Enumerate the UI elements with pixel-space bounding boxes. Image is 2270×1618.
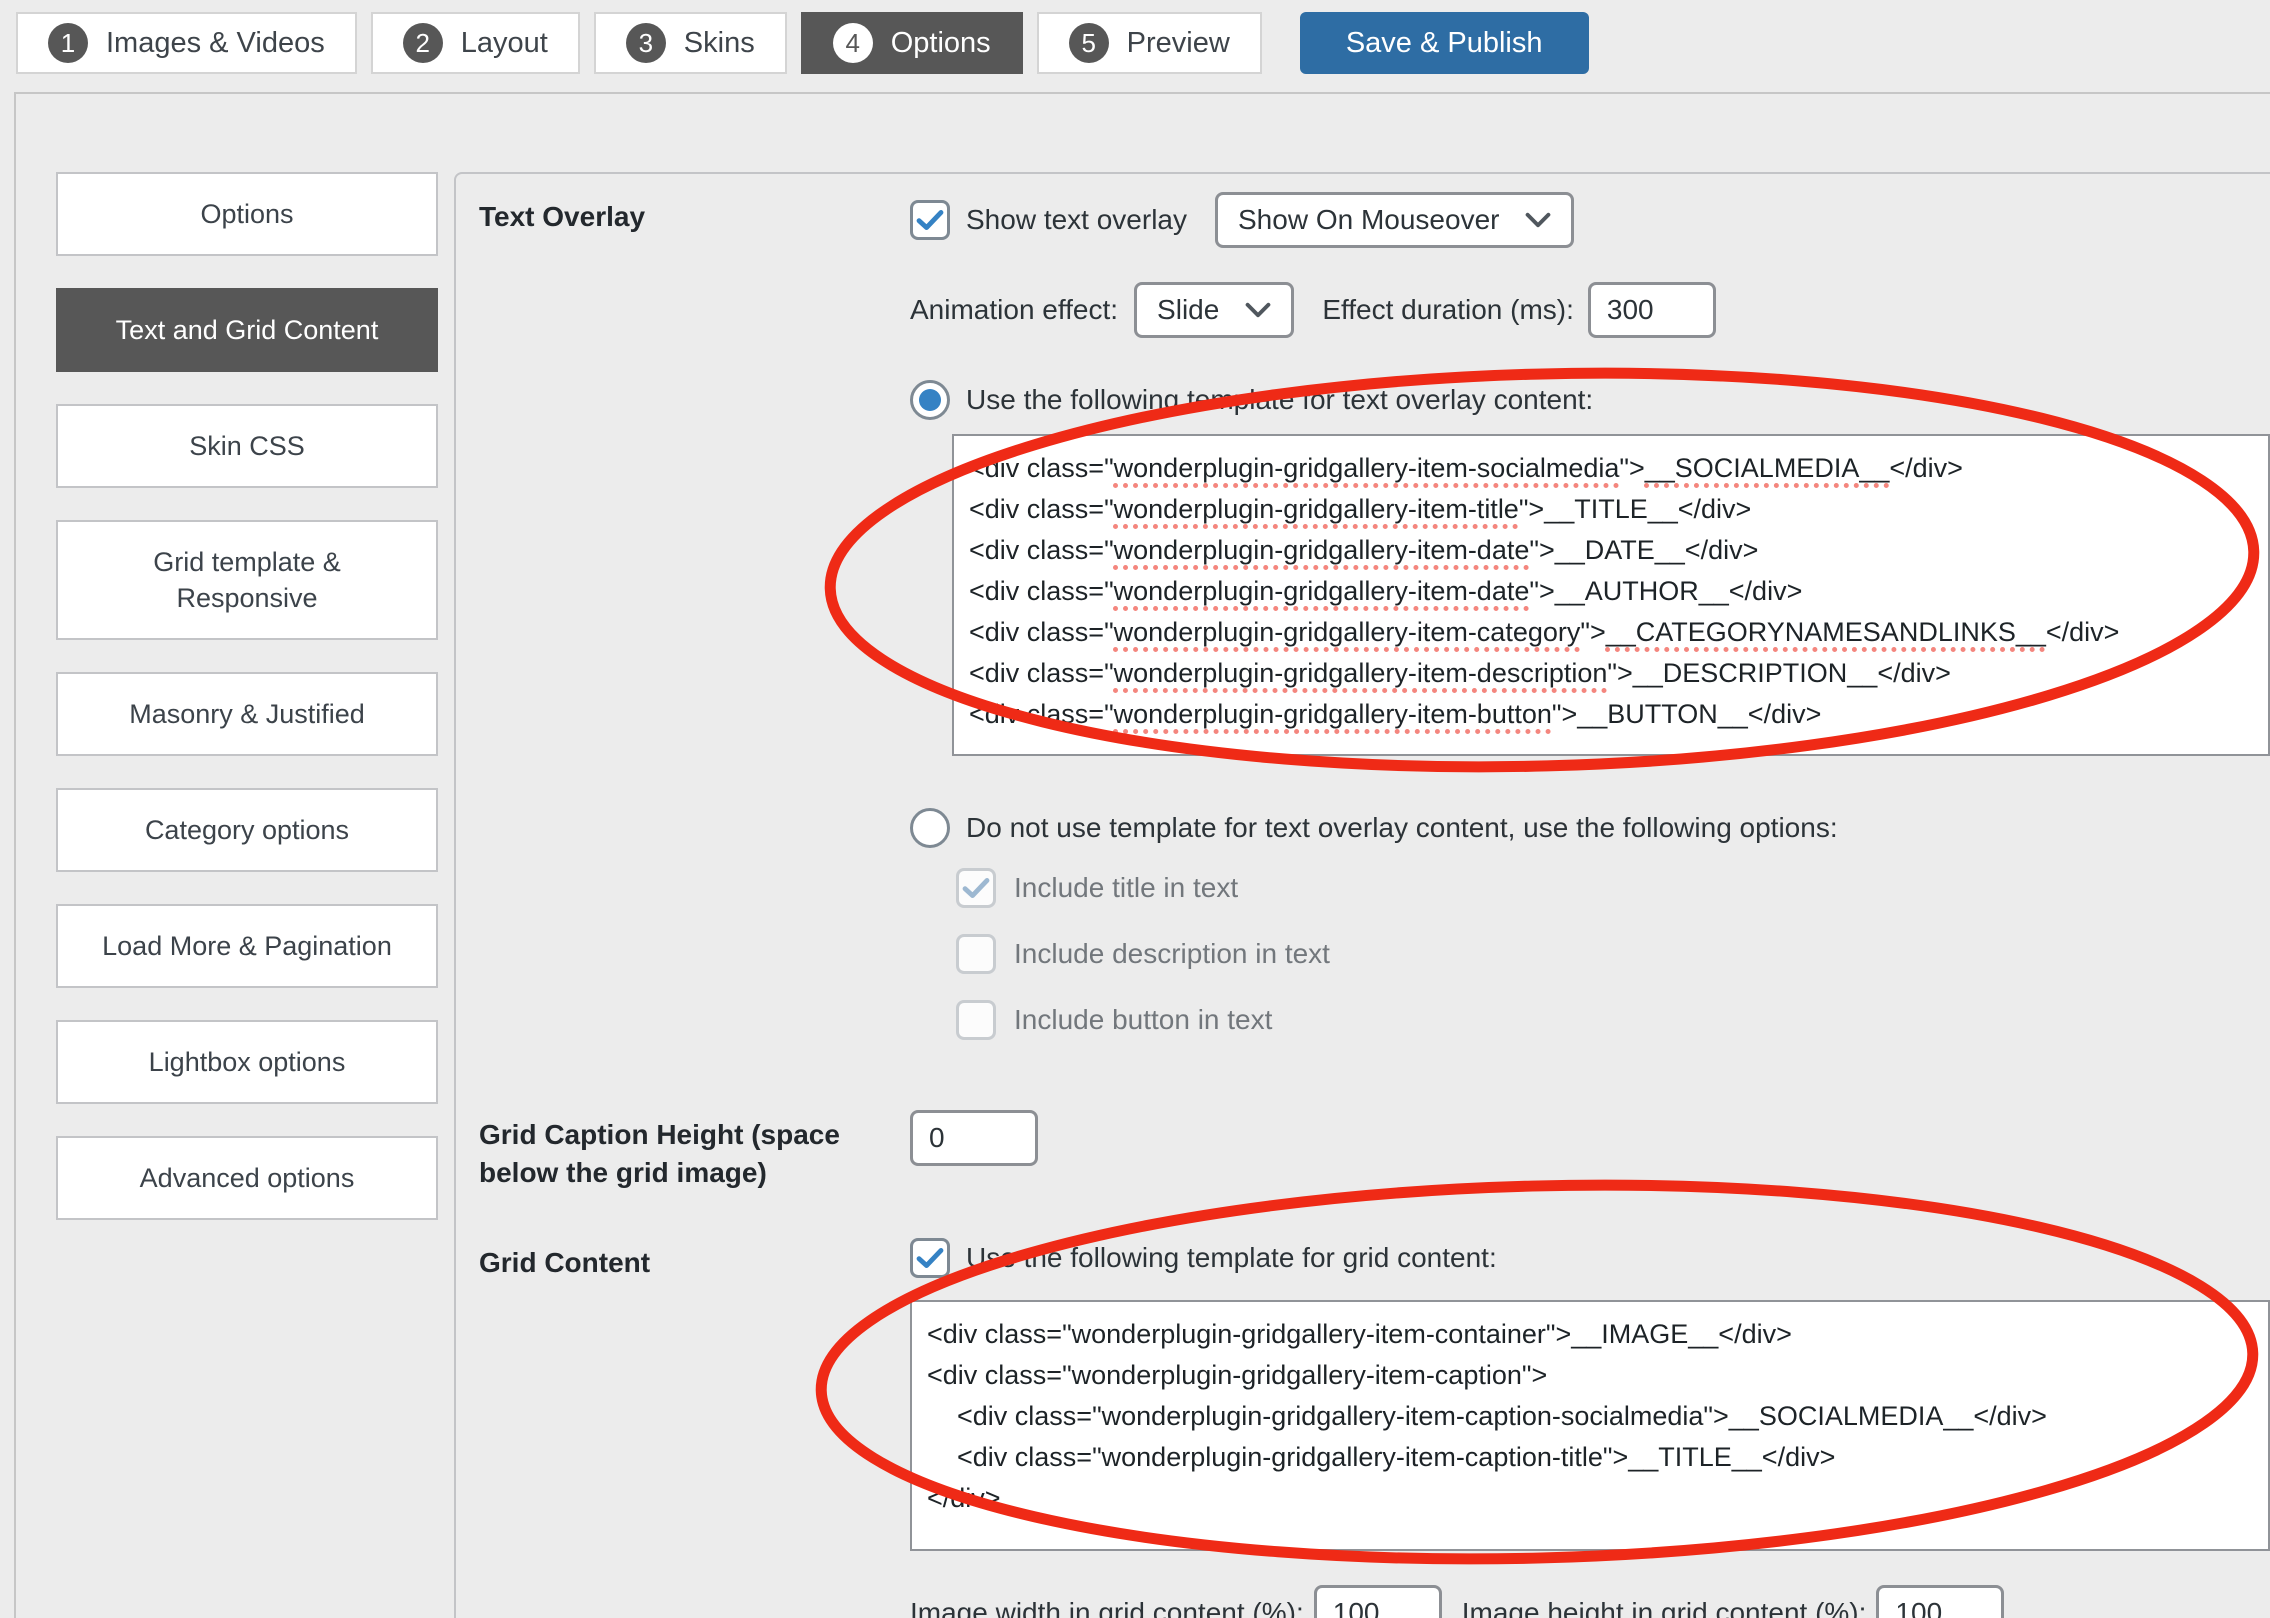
sidebar-item-lightbox-options[interactable]: Lightbox options — [56, 1020, 438, 1104]
animation-effect-select[interactable]: Slide — [1134, 282, 1294, 338]
text-overlay-section: Text Overlay Show text overlay Show On M… — [477, 192, 2270, 1066]
show-text-overlay-label: Show text overlay — [966, 204, 1187, 236]
grid-caption-section: Grid Caption Height (space below the gri… — [477, 1110, 2270, 1192]
step-number-badge: 5 — [1069, 23, 1109, 63]
code-line: <div class="wonderplugin-gridgallery-ite… — [969, 448, 2253, 489]
code-line: <div class="wonderplugin-gridgallery-ite… — [927, 1314, 2253, 1355]
step-number-badge: 4 — [833, 23, 873, 63]
overlay-template-textarea[interactable]: <div class="wonderplugin-gridgallery-ite… — [952, 434, 2270, 756]
grid-caption-height-input[interactable] — [910, 1110, 1038, 1166]
wizard-step-label: Options — [891, 27, 991, 60]
options-panel: Options Text and Grid Content Skin CSS Grid… — [14, 92, 2270, 1618]
image-height-input[interactable] — [1876, 1585, 2004, 1618]
chevron-down-icon — [1245, 302, 1271, 318]
code-line: <div class="wonderplugin-gridgallery-ite… — [969, 694, 2253, 735]
include-option-label: Include button in text — [1014, 1004, 1272, 1036]
include-option-checkbox — [956, 934, 996, 974]
include-option-label: Include description in text — [1014, 938, 1330, 970]
check-icon — [916, 1247, 944, 1269]
wizard-step-tab-skins[interactable]: 3 Skins — [594, 12, 787, 74]
check-icon — [962, 877, 990, 899]
wizard-step-tab-layout[interactable]: 2 Layout — [371, 12, 580, 74]
include-option-row-include-title-in-text: Include title in text — [956, 868, 2270, 908]
wizard-step-tab-images-videos[interactable]: 1 Images & Videos — [16, 12, 357, 74]
effect-duration-label: Effect duration (ms): — [1322, 294, 1574, 326]
image-width-label: Image width in grid content (%): — [910, 1597, 1304, 1618]
save-publish-button[interactable]: Save & Publish — [1300, 12, 1589, 74]
wizard-step-tab-options[interactable]: 4 Options — [801, 12, 1023, 74]
include-option-label: Include title in text — [1014, 872, 1238, 904]
code-line: <div class="wonderplugin-gridgallery-ite… — [969, 530, 2253, 571]
sidebar-item-category-options[interactable]: Category options — [56, 788, 438, 872]
show-mode-value: Show On Mouseover — [1238, 204, 1499, 236]
step-number-badge: 2 — [403, 23, 443, 63]
show-mode-select[interactable]: Show On Mouseover — [1215, 192, 1574, 248]
code-line: <div class="wonderplugin-gridgallery-ite… — [969, 612, 2253, 653]
step-number-badge: 3 — [626, 23, 666, 63]
text-overlay-label: Text Overlay — [477, 192, 910, 236]
wizard-step-label: Skins — [684, 27, 755, 60]
wizard-step-label: Preview — [1127, 27, 1230, 60]
grid-content-section: Grid Content Use the following template … — [477, 1238, 2270, 1618]
grid-caption-height-label: Grid Caption Height (space below the gri… — [477, 1110, 910, 1192]
grid-template-label: Use the following template for grid cont… — [966, 1242, 1497, 1274]
grid-image-size-row: Image width in grid content (%): Image h… — [910, 1585, 2270, 1618]
wizard-bar: 1 Images & Videos 2 Layout 3 Skins 4 Opt… — [16, 12, 1589, 74]
main-settings-panel: Text Overlay Show text overlay Show On M… — [454, 172, 2270, 1618]
check-icon — [916, 209, 944, 231]
grid-content-template-textarea[interactable]: <div class="wonderplugin-gridgallery-ite… — [910, 1300, 2270, 1551]
code-line: </div> — [927, 1478, 2253, 1519]
no-template-radio[interactable] — [910, 808, 950, 848]
code-line: <div class="wonderplugin-gridgallery-ite… — [927, 1437, 2253, 1478]
grid-template-row: Use the following template for grid cont… — [910, 1238, 2270, 1278]
code-line: <div class="wonderplugin-gridgallery-ite… — [969, 489, 2253, 530]
animation-effect-row: Animation effect: Slide Effect duration … — [910, 282, 2270, 338]
sidebar-item-advanced-options[interactable]: Advanced options — [56, 1136, 438, 1220]
sidebar-item-options[interactable]: Options — [56, 172, 438, 256]
code-line: <div class="wonderplugin-gridgallery-ite… — [969, 653, 2253, 694]
no-template-row: Do not use template for text overlay con… — [910, 808, 2270, 848]
sidebar-item-text-and-grid-content[interactable]: Text and Grid Content — [56, 288, 438, 372]
code-line: <div class="wonderplugin-gridgallery-ite… — [927, 1396, 2253, 1437]
step-number-badge: 1 — [48, 23, 88, 63]
include-option-checkbox — [956, 1000, 996, 1040]
image-height-label: Image height in grid content (%): — [1462, 1597, 1867, 1618]
sidebar-item-masonry-justified[interactable]: Masonry & Justified — [56, 672, 438, 756]
wizard-step-label: Images & Videos — [106, 27, 325, 60]
grid-template-checkbox[interactable] — [910, 1238, 950, 1278]
wizard-step-label: Layout — [461, 27, 548, 60]
include-option-row-include-button-in-text: Include button in text — [956, 1000, 2270, 1040]
animation-effect-value: Slide — [1157, 294, 1219, 326]
animation-effect-label: Animation effect: — [910, 294, 1118, 326]
show-text-overlay-checkbox[interactable] — [910, 200, 950, 240]
radio-dot — [919, 389, 941, 411]
use-template-label: Use the following template for text over… — [966, 384, 1593, 416]
use-template-radio[interactable] — [910, 380, 950, 420]
sidebar-item-skin-css[interactable]: Skin CSS — [56, 404, 438, 488]
sidebar-item-grid-template-responsive[interactable]: Grid template & Responsive — [56, 520, 438, 640]
effect-duration-input[interactable] — [1588, 282, 1716, 338]
sidebar-item-load-more-pagination[interactable]: Load More & Pagination — [56, 904, 438, 988]
show-text-overlay-row: Show text overlay Show On Mouseover — [910, 192, 2270, 248]
use-template-row: Use the following template for text over… — [910, 380, 2270, 420]
sidebar: Options Text and Grid Content Skin CSS Grid… — [56, 172, 438, 1252]
code-line: <div class="wonderplugin-gridgallery-ite… — [927, 1355, 2253, 1396]
include-option-row-include-description-in-text: Include description in text — [956, 934, 2270, 974]
grid-content-label: Grid Content — [477, 1238, 910, 1282]
no-template-label: Do not use template for text overlay con… — [966, 812, 1838, 844]
wizard-step-tab-preview[interactable]: 5 Preview — [1037, 12, 1262, 74]
code-line: <div class="wonderplugin-gridgallery-ite… — [969, 571, 2253, 612]
wizard-tabs: 1 Images & Videos 2 Layout 3 Skins 4 Opt… — [16, 12, 1262, 74]
include-options-group: Include title in text Include descriptio… — [910, 868, 2270, 1040]
include-option-checkbox — [956, 868, 996, 908]
image-width-input[interactable] — [1314, 1585, 1442, 1618]
chevron-down-icon — [1525, 212, 1551, 228]
